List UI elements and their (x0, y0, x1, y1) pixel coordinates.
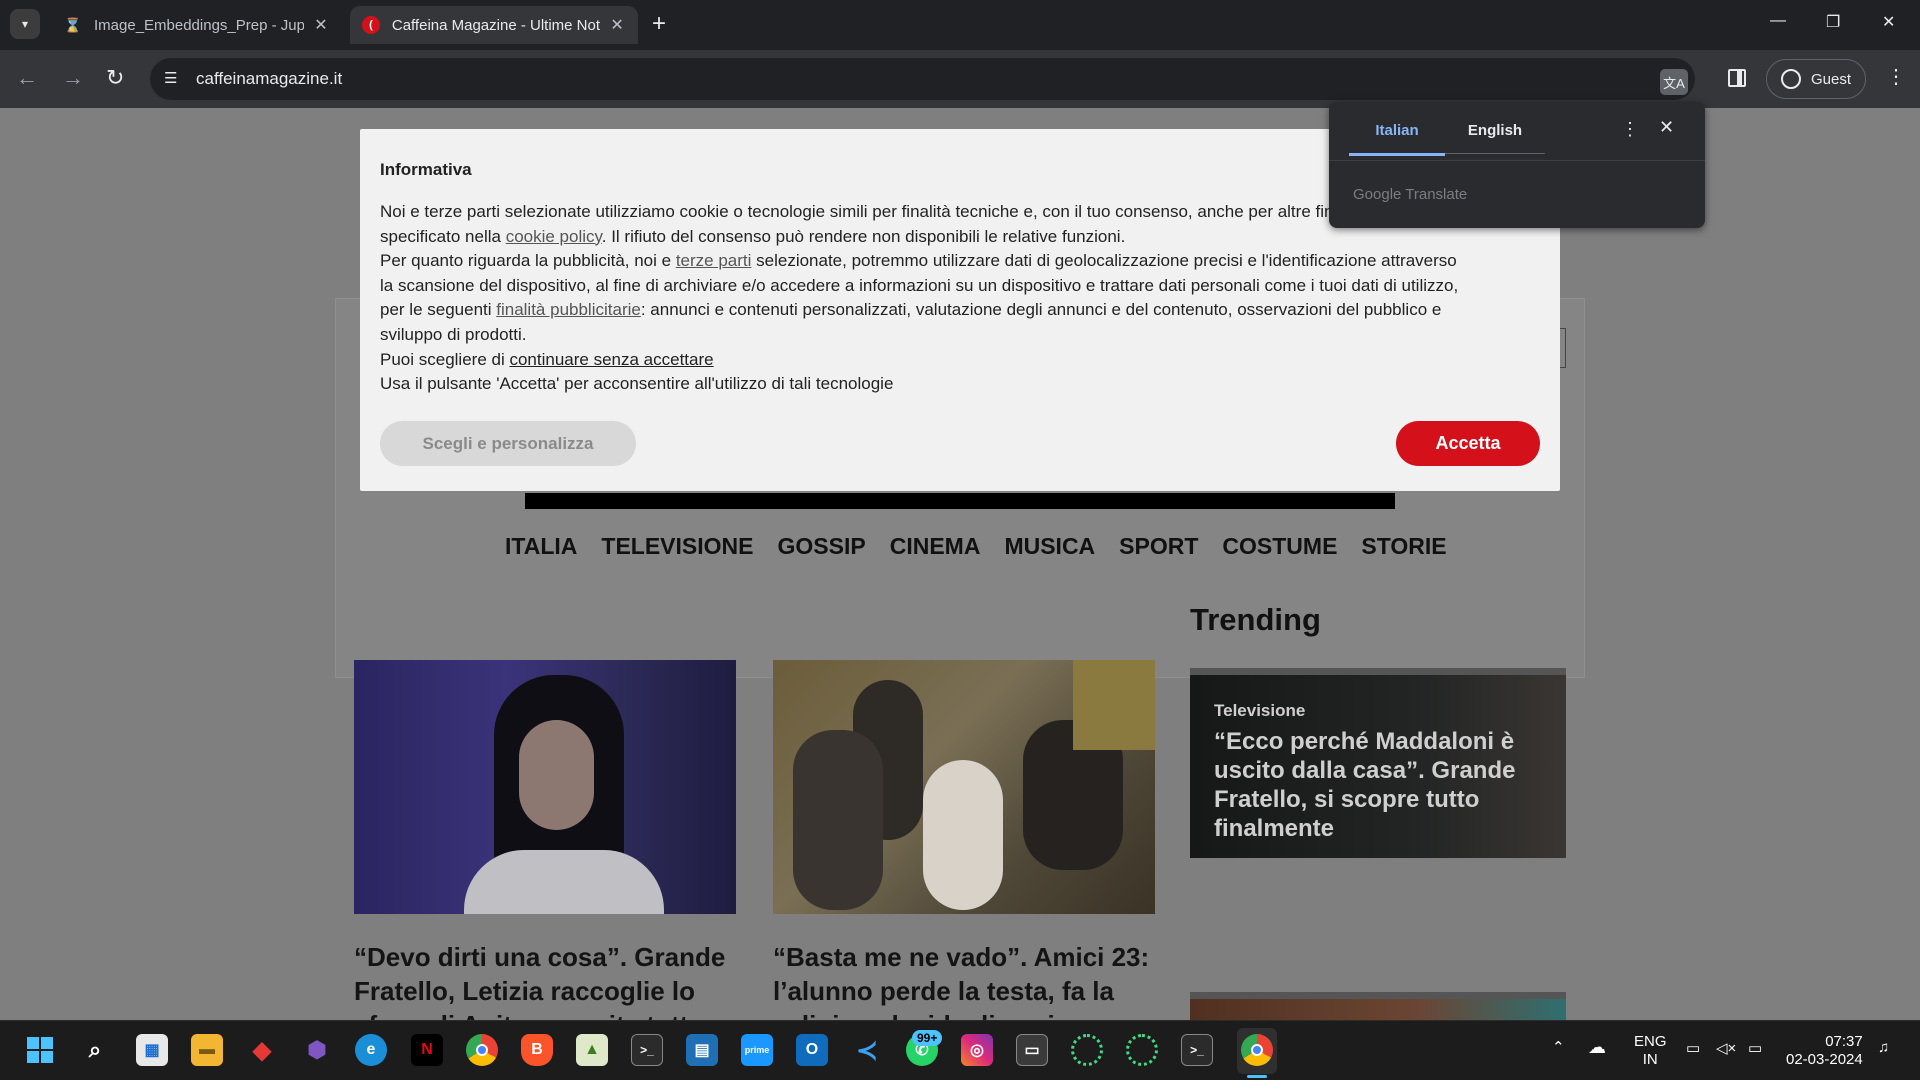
browser-toolbar: ← → ↻ ☰ caffeinamagazine.it (0, 50, 1920, 108)
url-text[interactable]: caffeinamagazine.it (196, 69, 342, 89)
tab-english[interactable]: English (1445, 122, 1545, 154)
chevron-down-icon: ▾ (21, 17, 29, 31)
image-viewer-icon[interactable]: ▲ (576, 1034, 608, 1066)
menu-item-musica[interactable]: MUSICA (1004, 533, 1095, 560)
microsoft-store-icon[interactable]: ▦ (136, 1034, 168, 1066)
tab-caffeina[interactable]: ( Caffeina Magazine - Ultime Notizie ✕ (350, 6, 638, 44)
menu-item-cinema[interactable]: CINEMA (890, 533, 981, 560)
address-bar[interactable]: ☰ caffeinamagazine.it (150, 58, 1695, 100)
app-hexagon-icon[interactable]: ⬢ (301, 1034, 333, 1066)
menu-item-sport[interactable]: SPORT (1119, 533, 1198, 560)
guest-label: Guest (1811, 70, 1852, 88)
onedrive-cloud-icon[interactable]: ☁ (1588, 1038, 1606, 1056)
vscode-icon[interactable]: ≺ (851, 1034, 883, 1066)
windows-start-icon[interactable] (24, 1034, 56, 1066)
menu-item-televisione[interactable]: TELEVISIONE (601, 533, 753, 560)
terminal-icon[interactable]: >_ (631, 1034, 663, 1066)
app-diamond-icon[interactable]: ◆ (246, 1034, 278, 1066)
continue-without-accepting-link[interactable]: continuare senza accettare (509, 350, 713, 369)
minimize-icon[interactable]: — (1770, 12, 1786, 30)
caffeina-icon: ( (362, 16, 380, 34)
new-tab-button[interactable]: + (652, 12, 666, 36)
forward-arrow-icon[interactable]: → (62, 65, 84, 91)
article-image[interactable] (354, 660, 736, 914)
accept-button[interactable]: Accetta (1396, 421, 1540, 466)
personalize-button[interactable]: Scegli e personalizza (380, 421, 636, 466)
hourglass-icon: ⌛ (64, 16, 82, 33)
terminal-icon-2[interactable]: >_ (1181, 1034, 1213, 1066)
article-card[interactable]: “Devo dirti una cosa”. Grande Fratello, … (354, 660, 736, 1020)
browser-menu-icon[interactable]: ⋮ (1886, 64, 1906, 89)
translate-options-icon[interactable]: ⋮ (1621, 119, 1639, 140)
article-image[interactable] (773, 660, 1155, 914)
reload-icon[interactable]: ↻ (106, 65, 124, 91)
main-menu: ITALIA TELEVISIONE GOSSIP CINEMA MUSICA … (505, 533, 1447, 560)
whatsapp-badge: 99+ (912, 1030, 943, 1046)
third-parties-link[interactable]: terze parti (676, 251, 752, 270)
chevron-up-icon[interactable]: ⌃ (1552, 1039, 1565, 1057)
site-settings-icon[interactable]: ☰ (164, 69, 177, 87)
article-card[interactable]: “Basta me ne vado”. Amici 23: l’alunno p… (773, 660, 1155, 1020)
translate-popup: Italian English ⋮ ✕ Google Translate (1329, 102, 1705, 228)
brave-icon[interactable]: B (521, 1034, 553, 1066)
menu-item-storie[interactable]: STORIE (1361, 533, 1446, 560)
translate-icon[interactable]: 文A (1660, 69, 1688, 95)
google-translate-brand: Google Translate (1353, 186, 1468, 203)
tab-search-button[interactable]: ▾ (10, 9, 40, 39)
tab-strip: ▾ ⌛ Image_Embeddings_Prep - Jupyter ✕ ( … (0, 0, 1920, 50)
menu-item-costume[interactable]: COSTUME (1222, 533, 1337, 560)
outlook-icon[interactable]: O (796, 1034, 828, 1066)
cookie-title: Informativa (380, 160, 472, 179)
display-icon[interactable]: ▭ (1686, 1040, 1700, 1058)
side-panel-icon[interactable] (1728, 69, 1746, 87)
cookie-text: Noi e terze parti selezionate utilizziam… (380, 202, 1459, 394)
windows-taskbar: ⌕ ▦ ▬ ◆ ⬢ e N B ▲ >_ ▤ prime O ≺ ✆ 99+ ◎… (0, 1020, 1920, 1080)
edge-icon[interactable]: e (355, 1034, 387, 1066)
trending-title: Trending (1190, 602, 1321, 637)
chrome-active-icon[interactable] (1241, 1034, 1273, 1066)
hero-banner (525, 493, 1395, 509)
language-indicator[interactable]: ENG IN (1634, 1033, 1667, 1069)
restore-icon[interactable]: ❐ (1826, 12, 1840, 32)
tab-title: Caffeina Magazine - Ultime Notizie (391, 16, 601, 34)
profile-icon (1781, 69, 1801, 89)
article-headline[interactable]: “Basta me ne vado”. Amici 23: l’alunno p… (773, 940, 1155, 1020)
chrome-icon[interactable] (466, 1034, 498, 1066)
calendar-icon[interactable]: ▤ (686, 1034, 718, 1066)
tab-italian[interactable]: Italian (1349, 122, 1445, 156)
notification-bell-icon[interactable]: ♫ (1878, 1039, 1889, 1057)
search-icon[interactable]: ⌕ (79, 1034, 111, 1066)
ad-purposes-link[interactable]: finalità pubblicitarie (496, 300, 641, 319)
window-app-icon[interactable]: ▭ (1016, 1034, 1048, 1066)
tab-title: Image_Embeddings_Prep - Jupyter (94, 16, 304, 34)
window-close-icon[interactable]: ✕ (1882, 12, 1895, 32)
file-explorer-icon[interactable]: ▬ (191, 1034, 223, 1066)
close-tab-icon[interactable]: ✕ (312, 15, 330, 35)
back-arrow-icon[interactable]: ← (16, 65, 38, 91)
trending-category[interactable]: Televisione (1214, 701, 1305, 721)
trending-headline[interactable]: “Ecco perché Maddaloni è uscito dalla ca… (1214, 727, 1534, 843)
volume-muted-icon[interactable]: ◁× (1716, 1040, 1736, 1058)
cookie-policy-link[interactable]: cookie policy (506, 227, 602, 246)
close-tab-icon[interactable]: ✕ (608, 15, 626, 35)
guest-profile-button[interactable]: Guest (1766, 59, 1866, 99)
netflix-icon[interactable]: N (411, 1034, 443, 1066)
battery-icon[interactable]: ▭ (1748, 1040, 1762, 1058)
trending-card-2[interactable] (1190, 992, 1566, 1020)
menu-item-italia[interactable]: ITALIA (505, 533, 577, 560)
app-ring-icon-2[interactable] (1126, 1034, 1158, 1066)
app-ring-icon[interactable] (1071, 1034, 1103, 1066)
instagram-icon[interactable]: ◎ (961, 1034, 993, 1066)
prime-video-icon[interactable]: prime (741, 1034, 773, 1066)
tab-jupyter[interactable]: ⌛ Image_Embeddings_Prep - Jupyter ✕ (52, 6, 342, 44)
clock[interactable]: 07:37 02-03-2024 (1786, 1033, 1863, 1069)
close-icon[interactable]: ✕ (1659, 117, 1674, 138)
menu-item-gossip[interactable]: GOSSIP (778, 533, 866, 560)
trending-card[interactable]: Televisione “Ecco perché Maddaloni è usc… (1190, 668, 1566, 858)
article-headline[interactable]: “Devo dirti una cosa”. Grande Fratello, … (354, 940, 736, 1020)
